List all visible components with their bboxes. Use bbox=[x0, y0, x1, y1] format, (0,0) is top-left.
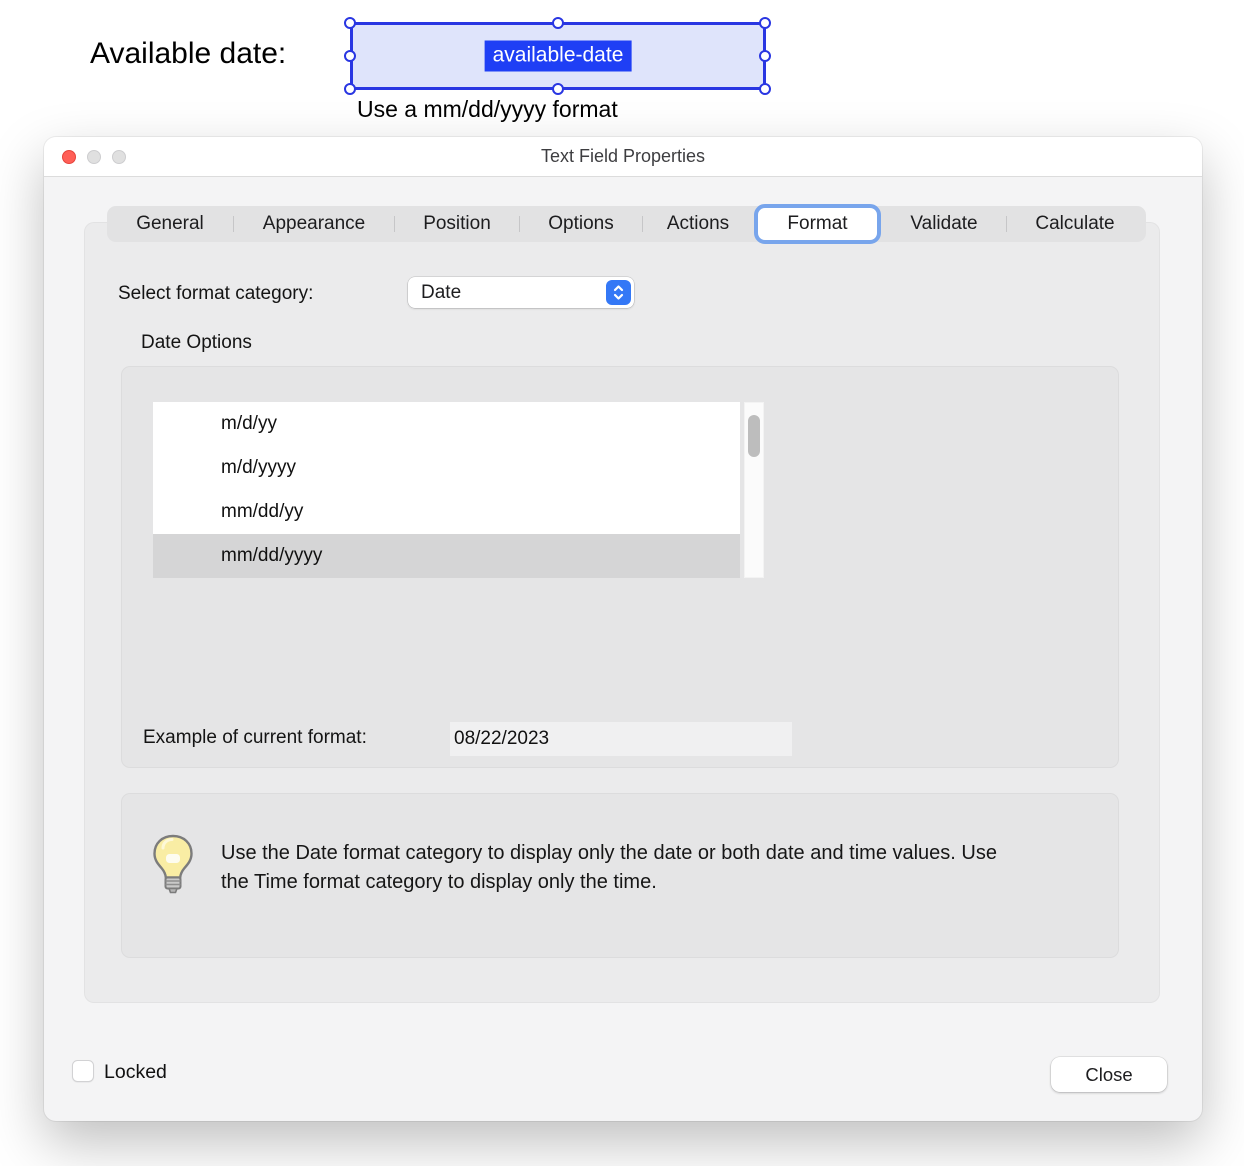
tab-position[interactable]: Position bbox=[395, 206, 519, 242]
resize-handle-top-left[interactable] bbox=[344, 17, 356, 29]
tip-text: Use the Date format category to display … bbox=[221, 839, 1026, 896]
tab-calculate[interactable]: Calculate bbox=[1007, 206, 1143, 242]
tab-options[interactable]: Options bbox=[520, 206, 642, 242]
chevron-up-down-icon bbox=[606, 280, 631, 305]
date-options-group: m/d/yy m/d/yyyy mm/dd/yy mm/dd/yyyy Exam… bbox=[121, 366, 1119, 768]
locked-checkbox[interactable] bbox=[72, 1060, 94, 1082]
list-item-selected[interactable]: mm/dd/yyyy bbox=[153, 534, 740, 578]
tip-box: Use the Date format category to display … bbox=[121, 793, 1119, 958]
list-item[interactable]: m/d/yyyy bbox=[153, 446, 740, 490]
resize-handle-top-center[interactable] bbox=[552, 17, 564, 29]
close-window-button[interactable] bbox=[62, 150, 76, 164]
tab-format-selected[interactable]: Format bbox=[754, 204, 881, 244]
locked-label[interactable]: Locked bbox=[104, 1061, 167, 1084]
field-name-highlighted[interactable]: available-date bbox=[485, 41, 632, 72]
list-scrollbar-thumb[interactable] bbox=[748, 415, 760, 457]
format-category-value: Date bbox=[408, 282, 606, 304]
example-format-value: 08/22/2023 bbox=[450, 722, 792, 756]
tab-general[interactable]: General bbox=[107, 206, 233, 242]
resize-handle-top-right[interactable] bbox=[759, 17, 771, 29]
resize-handle-bottom-center[interactable] bbox=[552, 83, 564, 95]
lightbulb-icon bbox=[151, 834, 195, 901]
close-button[interactable]: Close bbox=[1051, 1057, 1167, 1092]
format-category-label: Select format category: bbox=[118, 283, 313, 305]
traffic-lights bbox=[62, 137, 126, 177]
tab-appearance[interactable]: Appearance bbox=[234, 206, 394, 242]
example-format-label: Example of current format: bbox=[143, 727, 367, 749]
dialog-titlebar: Text Field Properties bbox=[44, 137, 1202, 177]
tab-validate[interactable]: Validate bbox=[882, 206, 1006, 242]
dialog-content: Select format category: Date Date Option… bbox=[44, 177, 1202, 1120]
list-scrollbar-track[interactable] bbox=[744, 402, 764, 578]
pdf-field-label: Available date: bbox=[90, 37, 286, 71]
format-category-dropdown[interactable]: Date bbox=[408, 277, 634, 308]
dialog-title: Text Field Properties bbox=[541, 146, 705, 167]
screenshot-root: Available date: available-date Use a mm/… bbox=[0, 0, 1244, 1166]
resize-handle-mid-right[interactable] bbox=[759, 50, 771, 62]
tab-bar: General Appearance Position Options Acti… bbox=[107, 206, 1146, 242]
date-format-list: m/d/yy m/d/yyyy mm/dd/yy mm/dd/yyyy bbox=[153, 402, 740, 578]
list-item[interactable]: m/d/yy bbox=[153, 402, 740, 446]
resize-handle-bottom-right[interactable] bbox=[759, 83, 771, 95]
minimize-window-button[interactable] bbox=[87, 150, 101, 164]
zoom-window-button[interactable] bbox=[112, 150, 126, 164]
pdf-form-field[interactable]: available-date bbox=[350, 22, 766, 90]
list-item[interactable]: mm/dd/yy bbox=[153, 490, 740, 534]
resize-handle-bottom-left[interactable] bbox=[344, 83, 356, 95]
resize-handle-mid-left[interactable] bbox=[344, 50, 356, 62]
date-options-heading: Date Options bbox=[141, 332, 252, 354]
format-tab-panel: Select format category: Date Date Option… bbox=[84, 222, 1160, 1003]
pdf-format-hint: Use a mm/dd/yyyy format bbox=[357, 96, 618, 123]
text-field-properties-dialog: Text Field Properties Select format cate… bbox=[44, 137, 1202, 1121]
tab-actions[interactable]: Actions bbox=[643, 206, 753, 242]
